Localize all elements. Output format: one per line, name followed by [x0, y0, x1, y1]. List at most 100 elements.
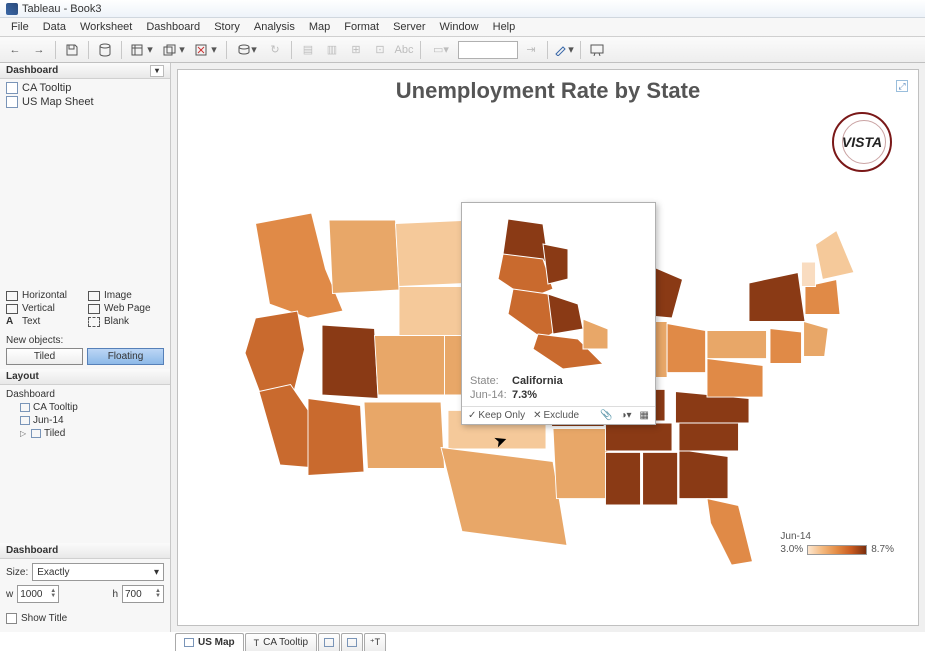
- tooltip-date-key: Jun-14:: [470, 388, 512, 402]
- legend-gradient: [807, 545, 867, 555]
- back-button[interactable]: ←: [4, 40, 26, 60]
- layout-tree: Dashboard CA Tooltip Jun-14 ▷Tiled: [0, 385, 170, 443]
- new-worksheet-tab[interactable]: [318, 633, 340, 651]
- panel-dropdown-icon[interactable]: ▾: [150, 65, 164, 77]
- menu-data[interactable]: Data: [36, 19, 73, 35]
- width-label: w: [6, 589, 13, 600]
- image-icon: [88, 291, 100, 301]
- tab-ca-tooltip[interactable]: TCA Tooltip: [245, 633, 317, 651]
- sort-asc-button[interactable]: ▤: [297, 40, 319, 60]
- spinner-icon[interactable]: ▲▼: [155, 589, 161, 599]
- floating-toggle[interactable]: Floating: [87, 348, 164, 365]
- height-input[interactable]: 700▲▼: [122, 585, 164, 603]
- window-titlebar: Tableau - Book3: [0, 0, 925, 18]
- tooltip-date-value: 7.3%: [512, 389, 537, 401]
- tree-root[interactable]: Dashboard: [6, 388, 164, 401]
- menu-server[interactable]: Server: [386, 19, 432, 35]
- menu-window[interactable]: Window: [433, 19, 486, 35]
- forward-button[interactable]: →: [28, 40, 50, 60]
- view-data-icon[interactable]: ▦: [640, 410, 649, 421]
- show-title-label: Show Title: [21, 613, 67, 624]
- obj-webpage[interactable]: Web Page: [88, 303, 164, 314]
- obj-horizontal[interactable]: Horizontal: [6, 290, 82, 301]
- visualization[interactable]: Unemployment Rate by State ⤢ VISTA: [177, 69, 919, 626]
- vertical-icon: [6, 304, 18, 314]
- tooltip-popup: State:California Jun-14:7.3% ✓Keep Only …: [461, 202, 656, 425]
- legend: Jun-14 3.0% 8.7%: [780, 531, 894, 555]
- menu-analysis[interactable]: Analysis: [247, 19, 302, 35]
- close-icon: ✕: [533, 410, 541, 421]
- obj-blank[interactable]: Blank: [88, 316, 164, 327]
- sheet-item-ca-tooltip[interactable]: CA Tooltip: [2, 81, 168, 95]
- tooltip-state-key: State:: [470, 374, 512, 388]
- new-story-tab[interactable]: ⁺T: [364, 633, 386, 651]
- sheet-item-us-map[interactable]: US Map Sheet: [2, 95, 168, 109]
- new-worksheet-button[interactable]: ▾: [127, 40, 157, 60]
- new-dashboard-tab[interactable]: [341, 633, 363, 651]
- set-icon[interactable]: ◑▾: [620, 410, 631, 421]
- menu-dashboard[interactable]: Dashboard: [139, 19, 207, 35]
- sheet-label: US Map Sheet: [22, 96, 94, 108]
- spinner-icon[interactable]: ▲▼: [50, 589, 56, 599]
- menu-story[interactable]: Story: [207, 19, 247, 35]
- new-datasource-button[interactable]: [94, 40, 116, 60]
- highlight-button[interactable]: ▾: [553, 40, 575, 60]
- presentation-button[interactable]: [586, 40, 608, 60]
- fit-button[interactable]: ▭▾: [426, 40, 456, 60]
- obj-vertical[interactable]: Vertical: [6, 303, 82, 314]
- menu-format[interactable]: Format: [337, 19, 386, 35]
- dashboard-size-panel: Size: Exactly▾ w 1000▲▼ h 700▲▼ Show Tit…: [0, 559, 170, 632]
- show-title-checkbox[interactable]: [6, 613, 17, 624]
- horizontal-icon: [6, 291, 18, 301]
- save-button[interactable]: [61, 40, 83, 60]
- globe-icon: [88, 304, 100, 314]
- expand-icon[interactable]: ▷: [20, 429, 28, 438]
- size-mode-select[interactable]: Exactly▾: [32, 563, 164, 581]
- menubar: File Data Worksheet Dashboard Story Anal…: [0, 18, 925, 37]
- group-button[interactable]: ⊞: [345, 40, 367, 60]
- tree-jun[interactable]: Jun-14: [6, 414, 164, 427]
- refresh-button[interactable]: ↻: [264, 40, 286, 60]
- sort-desc-button[interactable]: ▥: [321, 40, 343, 60]
- tree-tiled[interactable]: ▷Tiled: [6, 427, 164, 440]
- obj-image[interactable]: Image: [88, 290, 164, 301]
- worksheet-icon: [324, 638, 334, 647]
- tab-us-map[interactable]: US Map: [175, 633, 244, 651]
- keep-only-button[interactable]: ✓Keep Only: [468, 410, 525, 421]
- window-title: Tableau - Book3: [22, 3, 102, 15]
- chevron-down-icon: ▾: [154, 567, 159, 578]
- legend-min: 3.0%: [780, 544, 803, 555]
- labels-button[interactable]: Abc: [393, 40, 415, 60]
- duplicate-button[interactable]: ▾: [159, 40, 189, 60]
- tooltip-state-value: California: [512, 375, 563, 387]
- clear-button[interactable]: ▾: [191, 40, 221, 60]
- tooltip-info: State:California Jun-14:7.3%: [462, 368, 655, 406]
- obj-text[interactable]: AText: [6, 316, 82, 327]
- fix-axes-button[interactable]: ⇥: [520, 40, 542, 60]
- size-label: Size:: [6, 567, 28, 578]
- new-objects-label: New objects:: [6, 335, 164, 346]
- check-icon: ✓: [468, 410, 476, 421]
- group-icon[interactable]: 📎: [600, 410, 612, 421]
- width-input[interactable]: 1000▲▼: [17, 585, 59, 603]
- canvas: Unemployment Rate by State ⤢ VISTA: [171, 63, 925, 632]
- swap-button[interactable]: ▾: [232, 40, 262, 60]
- menu-help[interactable]: Help: [486, 19, 523, 35]
- tree-ca[interactable]: CA Tooltip: [6, 401, 164, 414]
- container-icon: [31, 429, 41, 438]
- worksheet-icon: [6, 82, 18, 94]
- height-label: h: [112, 589, 118, 600]
- fit-input[interactable]: [458, 41, 518, 59]
- story-icon: ⁺T: [370, 637, 380, 648]
- tiled-toggle[interactable]: Tiled: [6, 348, 83, 365]
- dashboard-panel-title: Dashboard: [6, 65, 58, 76]
- maximize-icon[interactable]: ⤢: [896, 80, 908, 92]
- sheet-icon: [20, 403, 30, 412]
- menu-worksheet[interactable]: Worksheet: [73, 19, 139, 35]
- menu-map[interactable]: Map: [302, 19, 337, 35]
- exclude-button[interactable]: ✕Exclude: [533, 410, 579, 421]
- menu-file[interactable]: File: [4, 19, 36, 35]
- app-logo-icon: [6, 3, 18, 15]
- sheet-list: CA Tooltip US Map Sheet: [0, 79, 170, 111]
- totals-button[interactable]: ⊡: [369, 40, 391, 60]
